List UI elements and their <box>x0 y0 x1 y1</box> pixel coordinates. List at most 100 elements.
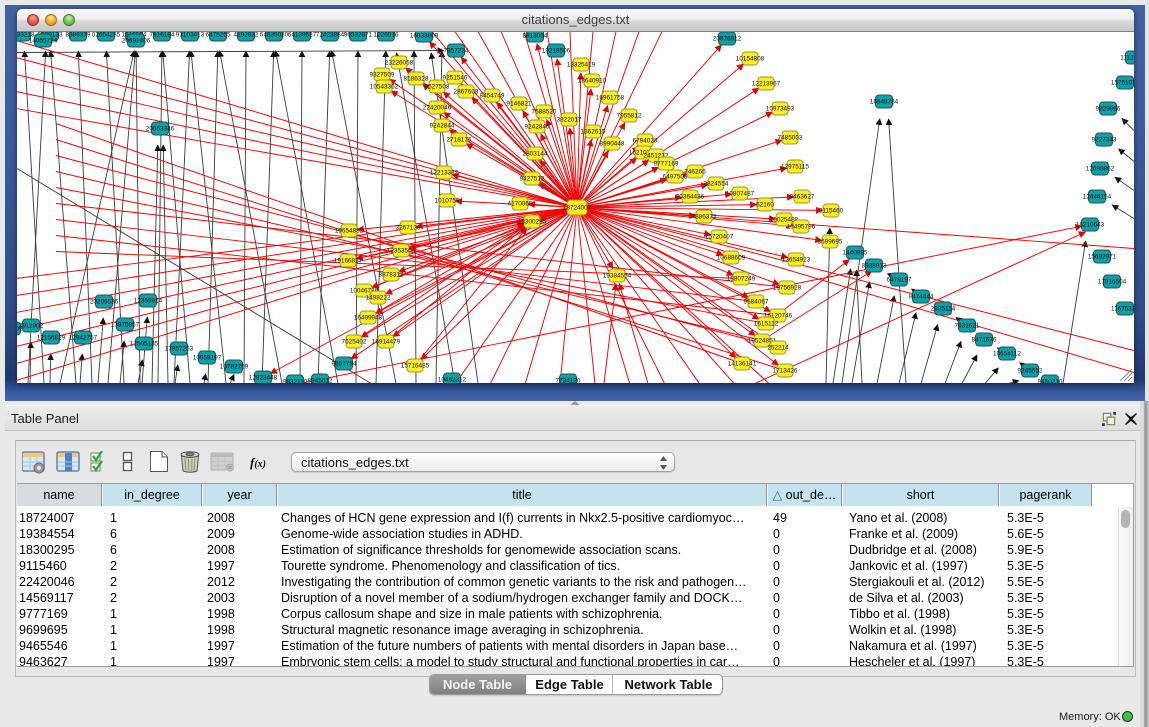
svg-text:11123301: 11123301 <box>1120 55 1134 62</box>
svg-text:18724007: 18724007 <box>563 205 592 212</box>
svg-text:10782759: 10782759 <box>220 364 249 371</box>
svg-text:9450210: 9450210 <box>1038 379 1063 383</box>
svg-text:8471676: 8471676 <box>972 337 997 344</box>
svg-text:14136141: 14136141 <box>728 361 757 368</box>
svg-text:22420046: 22420046 <box>423 105 452 112</box>
svg-text:9115460: 9115460 <box>819 208 844 215</box>
svg-text:9684067: 9684067 <box>744 299 769 306</box>
svg-text:9327509: 9327509 <box>370 72 395 79</box>
svg-text:10688609: 10688609 <box>717 255 746 262</box>
svg-text:9146821: 9146821 <box>507 101 532 108</box>
svg-text:10807487: 10807487 <box>726 191 755 198</box>
svg-text:12213382: 12213382 <box>430 170 459 177</box>
svg-text:8454749: 8454749 <box>480 93 505 100</box>
svg-text:6794028: 6794028 <box>633 138 658 145</box>
svg-text:12156829: 12156829 <box>37 335 66 342</box>
svg-text:15751074: 15751074 <box>1111 80 1134 87</box>
svg-text:9242844: 9242844 <box>430 123 455 130</box>
svg-text:8186328: 8186328 <box>404 76 429 83</box>
svg-text:12942757: 12942757 <box>69 335 98 342</box>
svg-text:7485003: 7485003 <box>778 135 803 142</box>
svg-text:14055724: 14055724 <box>29 38 58 45</box>
svg-text:19166827: 19166827 <box>334 258 363 265</box>
svg-text:8878312: 8878312 <box>379 272 404 279</box>
svg-text:8813054: 8813054 <box>523 33 548 40</box>
svg-text:02654235: 02654235 <box>92 32 121 39</box>
svg-text:10463312: 10463312 <box>438 377 467 383</box>
svg-text:18300295: 18300295 <box>518 219 547 226</box>
svg-text:2803144: 2803144 <box>523 151 548 158</box>
svg-text:13495796: 13495796 <box>787 224 816 231</box>
svg-text:16648784: 16648784 <box>870 99 899 106</box>
svg-text:7857234: 7857234 <box>444 48 469 55</box>
svg-text:6475255: 6475255 <box>206 32 231 39</box>
svg-text:20206536: 20206536 <box>90 299 119 306</box>
svg-text:12444154: 12444154 <box>1083 194 1112 201</box>
svg-text:20876812: 20876812 <box>713 36 742 43</box>
svg-text:9329966: 9329966 <box>1096 106 1121 113</box>
svg-text:8945012: 8945012 <box>308 378 333 383</box>
svg-text:7632621: 7632621 <box>955 323 980 330</box>
svg-text:12505135: 12505135 <box>130 341 159 348</box>
svg-text:10543362: 10543362 <box>370 84 399 91</box>
svg-text:7625402: 7625402 <box>342 339 367 346</box>
svg-text:9777169: 9777169 <box>654 161 679 168</box>
svg-text:9657794: 9657794 <box>332 361 357 368</box>
svg-text:19654882: 19654882 <box>335 228 364 235</box>
svg-text:8386379: 8386379 <box>66 32 91 39</box>
svg-text:17957253: 17957253 <box>165 346 194 353</box>
svg-text:13654923: 13654923 <box>782 257 811 264</box>
svg-text:9832110: 9832110 <box>283 379 308 383</box>
svg-text:11675333: 11675333 <box>1111 306 1134 313</box>
svg-text:12923448: 12923448 <box>249 375 278 382</box>
svg-text:9527508: 9527508 <box>425 84 450 91</box>
svg-text:18640910: 18640910 <box>578 78 607 85</box>
svg-text:1226916: 1226916 <box>374 32 399 39</box>
svg-text:7588520: 7588520 <box>532 109 557 116</box>
svg-text:64835030: 64835030 <box>260 32 289 39</box>
svg-text:12353504: 12353504 <box>387 248 416 255</box>
svg-text:19384554: 19384554 <box>603 273 632 280</box>
svg-text:3911902: 3911902 <box>19 323 44 330</box>
svg-text:f(x): f(x) <box>250 455 266 470</box>
svg-text:12359914: 12359914 <box>134 298 163 305</box>
svg-text:93103413: 93103413 <box>176 32 205 39</box>
svg-text:62160: 62160 <box>756 202 774 209</box>
svg-text:17016504: 17016504 <box>1098 279 1127 286</box>
svg-text:4192832: 4192832 <box>234 32 259 39</box>
svg-text:23226058: 23226058 <box>385 60 414 67</box>
svg-text:1615112: 1615112 <box>754 321 779 328</box>
svg-text:12213967: 12213967 <box>752 81 781 88</box>
svg-text:7955812: 7955812 <box>617 113 642 120</box>
svg-text:15716485: 15716485 <box>401 363 430 370</box>
svg-text:7886372: 7886372 <box>692 214 717 221</box>
svg-text:1498222: 1498222 <box>366 295 391 302</box>
svg-text:9251546: 9251546 <box>443 75 468 82</box>
svg-text:20053346: 20053346 <box>146 126 175 133</box>
svg-text:16961758: 16961758 <box>596 95 625 102</box>
svg-text:10973493: 10973493 <box>766 106 795 113</box>
svg-text:1010755: 1010755 <box>435 198 460 205</box>
svg-text:252214: 252214 <box>767 345 789 352</box>
svg-text:16914479: 16914479 <box>372 339 401 346</box>
svg-text:19756928: 19756928 <box>773 285 802 292</box>
svg-text:9427512: 9427512 <box>520 176 545 183</box>
svg-text:8990448: 8990448 <box>600 141 625 148</box>
svg-text:6479197: 6479197 <box>887 277 912 284</box>
svg-text:20691406: 20691406 <box>122 38 151 45</box>
svg-text:10654112: 10654112 <box>993 351 1021 358</box>
svg-text:3267130: 3267130 <box>396 225 421 232</box>
svg-text:15720407: 15720407 <box>705 234 734 241</box>
svg-text:12093862: 12093862 <box>1086 166 1115 173</box>
svg-text:9245652: 9245652 <box>1018 368 1043 375</box>
svg-text:8938913: 8938913 <box>862 263 887 270</box>
svg-text:2867608: 2867608 <box>454 89 479 96</box>
svg-text:9463627: 9463627 <box>790 194 815 201</box>
svg-text:15692971: 15692971 <box>1088 254 1117 261</box>
svg-text:16033809: 16033809 <box>410 33 439 40</box>
svg-text:1713426: 1713426 <box>773 368 798 375</box>
svg-text:13975857: 13975857 <box>111 322 140 329</box>
svg-text:9474444: 9474444 <box>909 294 934 301</box>
svg-text:2935114: 2935114 <box>931 306 956 313</box>
svg-text:16409948: 16409948 <box>354 315 383 322</box>
